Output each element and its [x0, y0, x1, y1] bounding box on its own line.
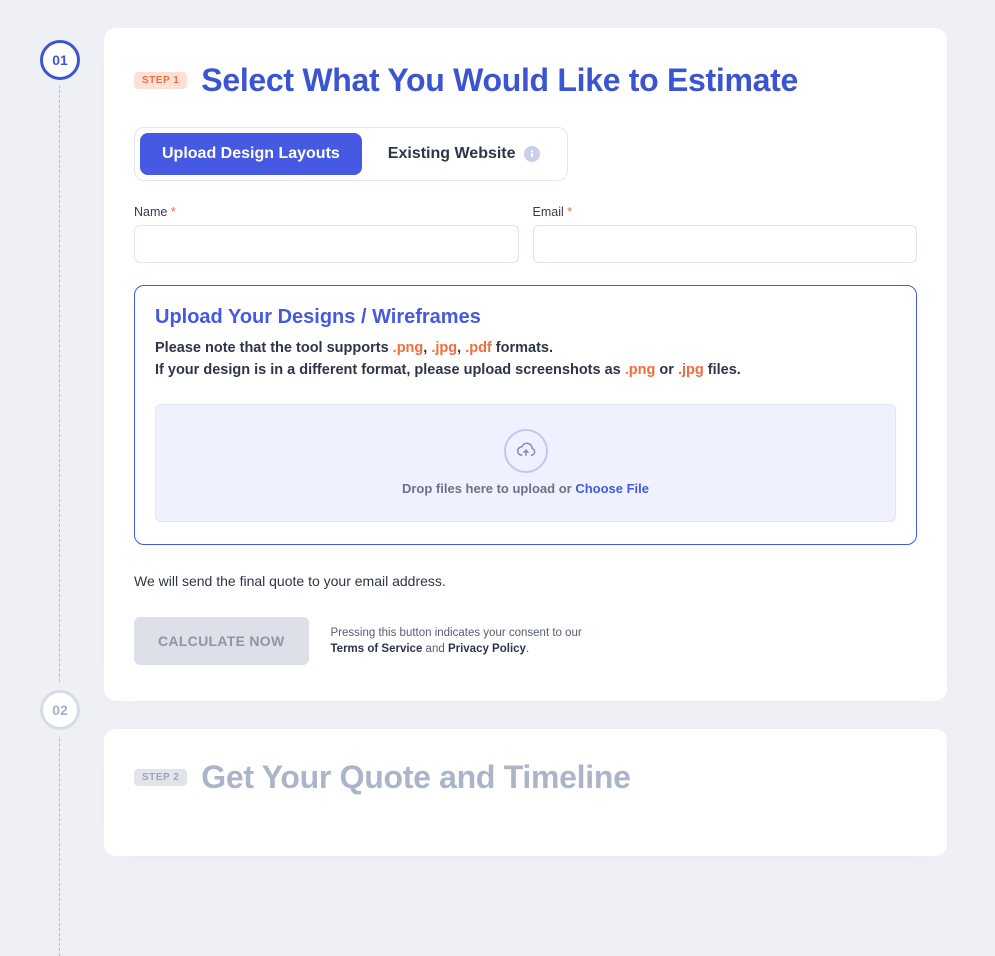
tab-upload-layouts-label: Upload Design Layouts [162, 145, 340, 163]
consent-dot: . [526, 643, 529, 655]
step-marker-2: 02 [40, 690, 80, 730]
action-row: CALCULATE NOW Pressing this button indic… [134, 617, 917, 665]
ext-pdf: .pdf [465, 340, 492, 356]
upload-note-post: formats. [492, 340, 553, 356]
upload-heading: Upload Your Designs / Wireframes [155, 306, 896, 329]
step-2-title: Get Your Quote and Timeline [201, 759, 630, 796]
step-2-card: STEP 2 Get Your Quote and Timeline [104, 729, 947, 856]
consent-and: and [422, 643, 448, 655]
tab-existing-website-label: Existing Website [388, 145, 516, 163]
choose-file-link[interactable]: Choose File [575, 481, 649, 496]
upload-panel: Upload Your Designs / Wireframes Please … [134, 285, 917, 545]
estimate-type-tabs: Upload Design Layouts Existing Website [134, 127, 568, 181]
step-2-badge: STEP 2 [134, 769, 187, 786]
email-input[interactable] [533, 225, 918, 263]
timeline-line [59, 80, 60, 956]
info-icon[interactable] [524, 146, 540, 162]
step-marker-1-label: 01 [52, 52, 68, 68]
name-label-text: Name [134, 205, 167, 219]
email-quote-note: We will send the final quote to your ema… [134, 573, 917, 589]
file-dropzone[interactable]: Drop files here to upload or Choose File [155, 404, 896, 522]
upload-alt-format-note: If your design is in a different format,… [155, 359, 896, 381]
dropzone-text: Drop files here to upload or Choose File [402, 481, 649, 496]
upload-icon [504, 429, 548, 473]
calculate-now-button[interactable]: CALCULATE NOW [134, 617, 309, 665]
upload-formats-note: Please note that the tool supports .png,… [155, 337, 896, 359]
consent-pre: Pressing this button indicates your cons… [331, 627, 582, 639]
email-label: Email * [533, 205, 918, 219]
contact-row: Name * Email * [134, 205, 917, 263]
ext-png: .png [393, 340, 424, 356]
consent-text: Pressing this button indicates your cons… [331, 625, 582, 657]
privacy-policy-link[interactable]: Privacy Policy [448, 643, 526, 655]
ext-png-2: .png [625, 362, 656, 378]
step-1-card: STEP 1 Select What You Would Like to Est… [104, 28, 947, 701]
email-label-text: Email [533, 205, 564, 219]
tab-existing-website[interactable]: Existing Website [366, 133, 562, 175]
ext-jpg-2: .jpg [678, 362, 704, 378]
ext-jpg: .jpg [431, 340, 457, 356]
step-1-badge: STEP 1 [134, 72, 187, 89]
email-field-wrap: Email * [533, 205, 918, 263]
step-2-header: STEP 2 Get Your Quote and Timeline [134, 759, 917, 796]
email-required-star: * [567, 205, 572, 219]
name-field-wrap: Name * [134, 205, 519, 263]
step-marker-1: 01 [40, 40, 80, 80]
step-1-header: STEP 1 Select What You Would Like to Est… [134, 62, 917, 99]
name-label: Name * [134, 205, 519, 219]
step-1-title: Select What You Would Like to Estimate [201, 62, 798, 99]
upload-note2-or: or [655, 362, 678, 378]
step-marker-2-label: 02 [52, 702, 68, 718]
drop-text-pre: Drop files here to upload or [402, 481, 575, 496]
upload-note-pre: Please note that the tool supports [155, 340, 393, 356]
terms-of-service-link[interactable]: Terms of Service [331, 643, 423, 655]
name-input[interactable] [134, 225, 519, 263]
upload-note2-post: files. [704, 362, 741, 378]
name-required-star: * [171, 205, 176, 219]
upload-note2-pre: If your design is in a different format,… [155, 362, 625, 378]
upload-note-comma2: , [457, 340, 465, 356]
tab-upload-layouts[interactable]: Upload Design Layouts [140, 133, 362, 175]
